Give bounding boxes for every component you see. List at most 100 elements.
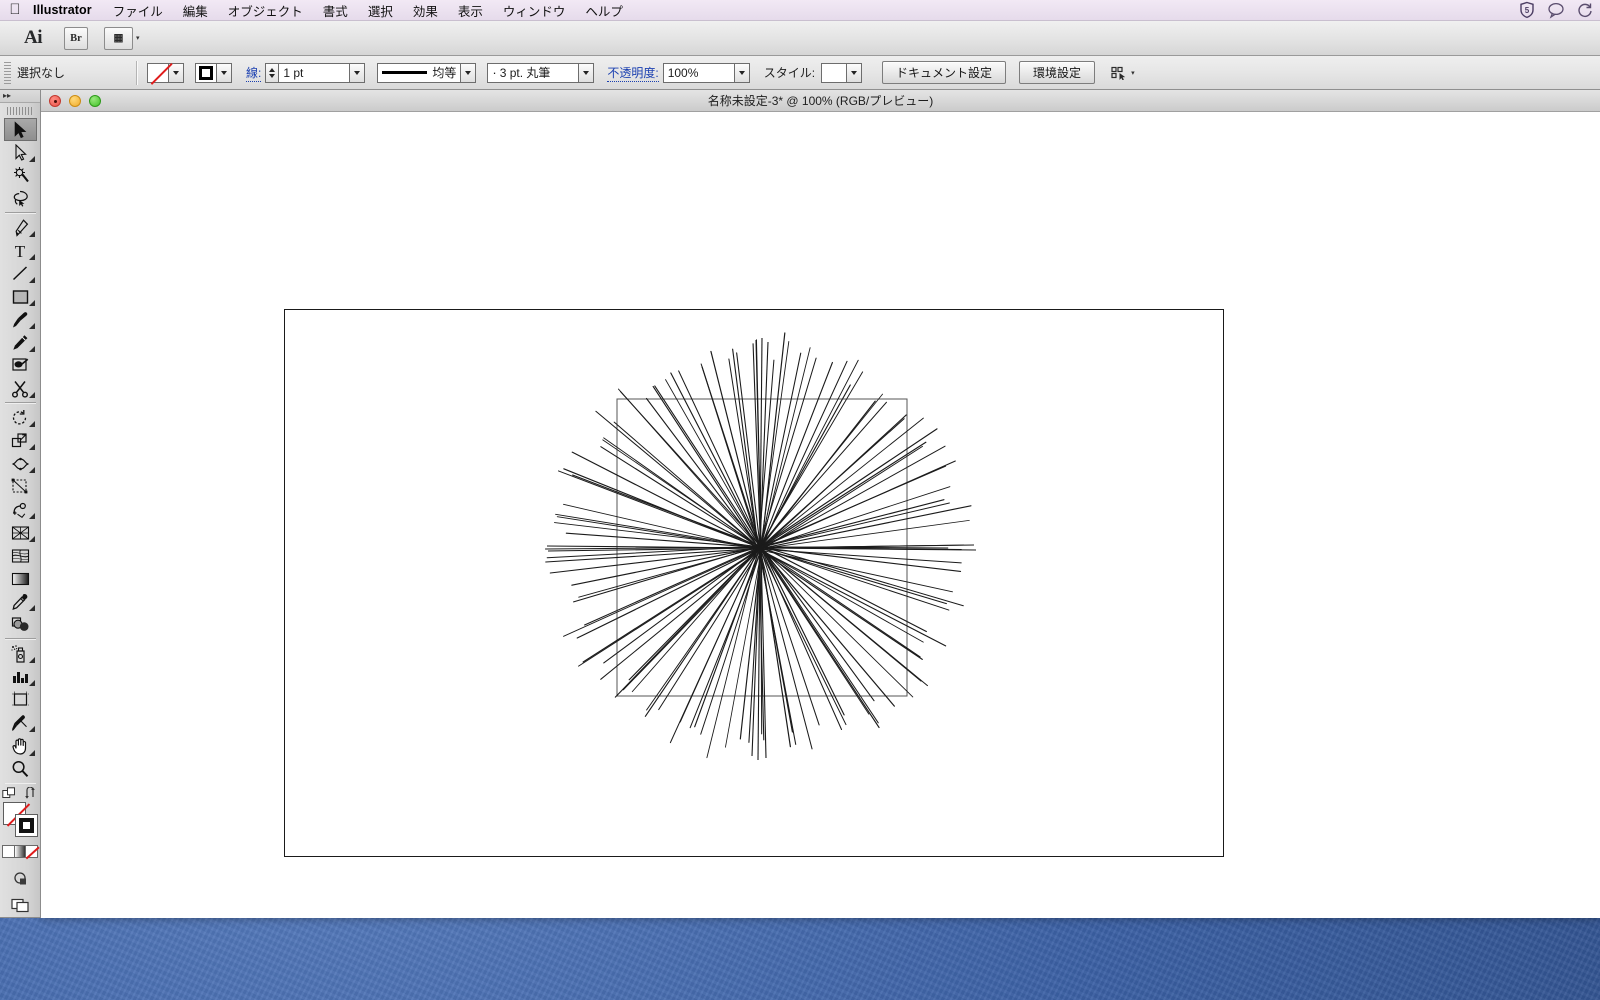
bridge-button[interactable]: Br [64, 26, 88, 50]
opacity-input[interactable]: 100% [662, 62, 735, 83]
stroke-panel-link[interactable]: 線: [246, 64, 262, 82]
rectangle-tool[interactable] [4, 285, 37, 308]
tool-flyout-indicator[interactable] [28, 536, 35, 543]
brush-profile-select[interactable]: · 3 pt. 丸筆 [487, 62, 580, 83]
brush-profile-dropdown[interactable] [579, 62, 595, 83]
artwork-ray[interactable] [728, 358, 759, 550]
stroke-style-dropdown[interactable] [461, 62, 477, 83]
tool-flyout-indicator[interactable] [28, 749, 35, 756]
tool-flyout-indicator[interactable] [28, 680, 35, 687]
tool-flyout-indicator[interactable] [28, 254, 35, 261]
arrange-documents-button[interactable]: ▦ [104, 26, 133, 50]
none-mode-button[interactable] [26, 845, 38, 858]
shape-builder-tool[interactable] [4, 498, 37, 521]
menu-item-edit[interactable]: 編集 [173, 1, 218, 20]
tool-flyout-indicator[interactable] [28, 605, 35, 612]
free-transform-tool[interactable] [4, 475, 37, 498]
artwork-ray[interactable] [759, 357, 817, 548]
tool-flyout-indicator[interactable] [28, 277, 35, 284]
artwork-ray[interactable] [760, 545, 964, 607]
artwork-ray[interactable] [758, 548, 924, 643]
scale-tool[interactable] [4, 429, 37, 452]
tool-flyout-indicator[interactable] [28, 300, 35, 307]
close-button[interactable] [49, 94, 61, 107]
paintbrush-tool[interactable] [4, 308, 37, 331]
menu-item-type[interactable]: 書式 [313, 1, 358, 20]
blend-tool[interactable] [4, 613, 37, 636]
tool-flyout-indicator[interactable] [28, 657, 35, 664]
artwork-ray[interactable] [618, 388, 761, 550]
zoom-button[interactable] [89, 94, 101, 107]
stroke-color-swatch[interactable] [195, 62, 217, 83]
tool-flyout-indicator[interactable] [28, 513, 35, 520]
direct-selection-tool[interactable] [4, 141, 37, 164]
rotate-tool[interactable] [4, 406, 37, 429]
default-fill-stroke-icon[interactable] [2, 787, 17, 800]
eyedropper-tool[interactable] [4, 590, 37, 613]
select-similar-objects-button[interactable]: ▾ [1111, 65, 1135, 80]
shield-s-icon[interactable]: 5 [1518, 1, 1536, 19]
color-mode-button[interactable] [3, 845, 15, 858]
artwork-ray[interactable] [760, 546, 875, 702]
magic-wand-tool[interactable] [4, 164, 37, 187]
preferences-button[interactable]: 環境設定 [1019, 61, 1096, 84]
tool-flyout-indicator[interactable] [28, 231, 35, 238]
tool-flyout-indicator[interactable] [28, 467, 35, 474]
stroke-style-select[interactable]: 均等 [377, 62, 462, 83]
menu-item-select[interactable]: 選択 [358, 1, 403, 20]
swap-fill-stroke-icon[interactable] [25, 787, 38, 800]
gradient-tool[interactable] [4, 567, 37, 590]
pen-tool[interactable] [4, 216, 37, 239]
line-segment-tool[interactable] [4, 262, 37, 285]
artwork-radial-burst[interactable] [41, 112, 1600, 918]
tool-flyout-indicator[interactable] [28, 726, 35, 733]
hand-tool[interactable] [4, 734, 37, 757]
sync-arrow-icon[interactable] [1576, 1, 1594, 19]
stroke-swatch-black[interactable] [15, 814, 38, 838]
artwork-ray[interactable] [759, 545, 880, 729]
gradient-mode-button[interactable] [14, 845, 27, 858]
stroke-swatch-dropdown[interactable] [217, 62, 232, 83]
artwork-ray[interactable] [760, 519, 970, 550]
opacity-dropdown[interactable] [734, 62, 750, 83]
artwork-ray[interactable] [758, 546, 922, 682]
stroke-weight-dropdown[interactable] [350, 62, 366, 83]
document-title-bar[interactable]: 名称未設定-3* @ 100% (RGB/プレビュー) [41, 90, 1600, 112]
mesh-tool[interactable] [4, 544, 37, 567]
artwork-ray[interactable] [700, 363, 761, 548]
tool-flyout-indicator[interactable] [28, 421, 35, 428]
scissors-tool[interactable] [4, 377, 37, 400]
tool-flyout-indicator[interactable] [28, 346, 35, 353]
fill-color-swatch[interactable] [147, 62, 169, 83]
graphic-style-swatch[interactable] [821, 62, 848, 83]
opacity-panel-link[interactable]: 不透明度: [607, 64, 659, 82]
screen-mode-button[interactable] [4, 894, 37, 917]
menu-item-window[interactable]: ウィンドウ [493, 1, 576, 20]
artwork-ray[interactable] [628, 547, 759, 681]
apple-icon[interactable]:  [0, 2, 30, 19]
menu-item-object[interactable]: オブジェクト [218, 1, 313, 20]
selection-tool[interactable] [3, 118, 37, 142]
tool-flyout-indicator[interactable] [28, 392, 35, 399]
graphic-style-dropdown[interactable] [847, 62, 863, 83]
symbol-sprayer-tool[interactable] [4, 642, 37, 665]
menu-app-name[interactable]: Illustrator [30, 3, 103, 17]
speech-bubble-icon[interactable] [1547, 1, 1565, 19]
stroke-weight-input[interactable]: 1 pt [278, 62, 351, 83]
arrange-chevron-down-icon[interactable]: ▾ [136, 34, 140, 42]
type-tool[interactable]: T [4, 239, 37, 262]
tool-flyout-indicator[interactable] [28, 444, 35, 451]
tool-flyout-indicator[interactable] [28, 323, 35, 330]
artwork-ray[interactable] [758, 547, 947, 605]
lasso-tool[interactable] [4, 187, 37, 210]
minimize-button[interactable] [69, 94, 81, 107]
artboard-tool[interactable] [4, 688, 37, 711]
menu-item-file[interactable]: ファイル [103, 1, 173, 20]
tool-flyout-indicator[interactable] [28, 156, 35, 163]
perspective-grid-tool[interactable] [4, 521, 37, 544]
artwork-ray[interactable] [578, 549, 761, 667]
fill-swatch-dropdown[interactable] [169, 62, 184, 83]
zoom-tool[interactable] [4, 758, 37, 781]
slice-tool[interactable] [4, 711, 37, 734]
width-tool[interactable] [4, 452, 37, 475]
